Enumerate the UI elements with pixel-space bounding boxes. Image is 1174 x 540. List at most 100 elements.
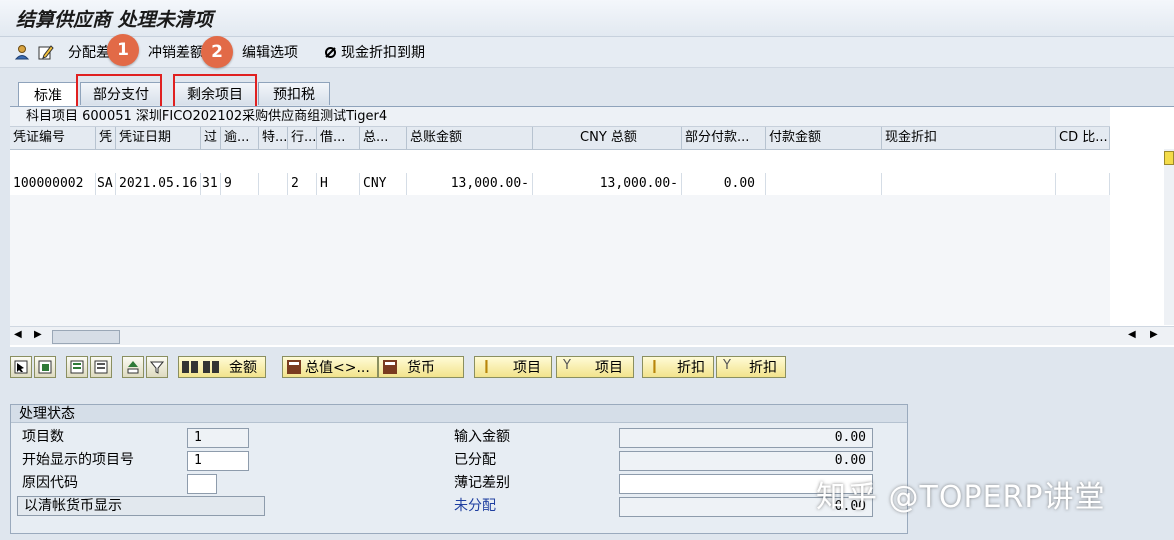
cell-doc-number: 100000002	[10, 173, 96, 195]
assigned-label: 已分配	[454, 452, 496, 468]
col-currency[interactable]: 总...	[360, 127, 407, 149]
filter-pencil-icon: Y	[723, 358, 731, 373]
discount-button-2[interactable]: Y 折扣	[716, 356, 786, 378]
col-cd-rate[interactable]: CD 比...	[1056, 127, 1110, 149]
application-toolbar: 分配差 冲销差额 编辑选项 现金折扣到期	[0, 37, 1174, 68]
cell-gl-amount: 13,000.00-	[407, 173, 533, 195]
input-amount-field: 0.00	[619, 428, 873, 448]
annotation-marker-1: 1	[107, 34, 139, 66]
title-bar: 结算供应商 处理未清项	[0, 0, 1174, 37]
currency-button[interactable]: 货币	[378, 356, 464, 378]
discount-label-1: 折扣	[677, 360, 705, 376]
item-count-field: 1	[187, 428, 249, 448]
total-button[interactable]: 总值<>...	[282, 356, 378, 378]
col-cny-total[interactable]: CNY 总额	[533, 127, 682, 149]
item-button-2[interactable]: Y 项目	[556, 356, 634, 378]
scroll-right-icon[interactable]: ▶	[34, 329, 42, 340]
toolbar-assign-difference[interactable]: 分配差	[68, 43, 110, 61]
item-label-1: 项目	[513, 360, 541, 376]
col-special-gl[interactable]: 特...	[259, 127, 288, 149]
scroll-left-icon-right[interactable]: ◀	[1128, 329, 1136, 340]
item-label-2: 项目	[595, 360, 623, 376]
scroll-right-icon-right[interactable]: ▶	[1150, 329, 1158, 340]
cell-posting-key: 31	[201, 173, 221, 195]
toolbar-cash-discount-label: 现金折扣到期	[341, 45, 425, 61]
cell-payment-amount[interactable]	[766, 173, 882, 195]
sort-icon[interactable]	[122, 356, 144, 378]
grid-caption: 科目项目 600051 深圳FICO202102采购供应商组测试Tiger4	[10, 107, 1110, 127]
table-row-empty	[10, 305, 1110, 328]
edit-icon[interactable]	[38, 43, 58, 61]
no-entry-icon	[325, 46, 336, 58]
cell-cny-total: 13,000.00-	[533, 173, 682, 195]
cell-debit-credit: H	[317, 173, 360, 195]
cell-doc-date: 2021.05.16	[116, 173, 201, 195]
col-gl-amount[interactable]: 总账金额	[407, 127, 533, 149]
col-doc-date[interactable]: 凭证日期	[116, 127, 201, 149]
binoculars-icon	[182, 361, 219, 373]
toolbar-cash-discount-due[interactable]: 现金折扣到期	[324, 43, 425, 61]
cell-partial-payment: 0.00	[682, 173, 766, 195]
user-icon[interactable]	[14, 43, 34, 61]
start-item-label: 开始显示的项目号	[22, 452, 134, 468]
item-count-label: 项目数	[22, 429, 64, 445]
item-button-1[interactable]: ❙ 项目	[474, 356, 552, 378]
col-debit-credit[interactable]: 借...	[317, 127, 360, 149]
watermark: 知乎 @TOPERP讲堂	[816, 480, 1106, 515]
pencil-icon: ❙	[649, 359, 660, 374]
reason-code-input[interactable]	[187, 474, 217, 494]
total-label: 总值<>...	[305, 360, 370, 376]
search-amount-button[interactable]: 金额	[178, 356, 266, 378]
annotation-marker-2: 2	[201, 36, 233, 68]
col-line[interactable]: 行...	[288, 127, 317, 149]
cell-cd-rate[interactable]	[1056, 173, 1110, 195]
deselect-icon[interactable]	[34, 356, 56, 378]
column-config-icon[interactable]	[1164, 151, 1174, 165]
filter-icon[interactable]	[146, 356, 168, 378]
col-payment-amount[interactable]: 付款金额	[766, 127, 882, 149]
toolbar-edit-options[interactable]: 编辑选项	[242, 43, 298, 61]
currency-label: 货币	[407, 360, 435, 376]
discount-label-2: 折扣	[749, 360, 777, 376]
posting-difference-label: 薄记差别	[454, 475, 510, 491]
col-posting-key[interactable]: 过	[201, 127, 221, 149]
col-cash-discount[interactable]: 现金折扣	[882, 127, 1056, 149]
activate-items-icon[interactable]	[66, 356, 88, 378]
cell-line: 2	[288, 173, 317, 195]
table-row[interactable]: 100000002 SA 2021.05.16 31 9 2 H CNY 13,…	[10, 173, 1110, 196]
reason-code-label: 原因代码	[22, 475, 78, 491]
cell-overdue: 9	[221, 173, 259, 195]
cell-cash-discount[interactable]	[882, 173, 1056, 195]
table-row-empty	[10, 195, 1110, 218]
window-title: 结算供应商 处理未清项	[16, 9, 213, 31]
toolbar-write-off-difference[interactable]: 冲销差额	[148, 43, 204, 61]
col-partial-payment[interactable]: 部分付款...	[682, 127, 766, 149]
horizontal-scrollbar[interactable]: ◀ ▶ ◀ ▶	[10, 326, 1174, 345]
scroll-left-icon[interactable]: ◀	[14, 329, 22, 340]
cell-currency: CNY	[360, 173, 407, 195]
calculator-icon	[383, 360, 397, 374]
vertical-scrollbar[interactable]	[1164, 149, 1174, 325]
processing-status-title: 处理状态	[11, 405, 907, 423]
cell-doc-type: SA	[96, 173, 116, 195]
tab-withholding-tax[interactable]: 预扣税	[258, 82, 330, 105]
grid-header: 凭证编号 凭 凭证日期 过 逾... 特... 行... 借... 总... 总…	[10, 127, 1110, 150]
col-doc-number[interactable]: 凭证编号	[10, 127, 96, 149]
table-row-empty	[10, 239, 1110, 262]
tab-standard[interactable]: 标准	[18, 82, 78, 106]
scroll-thumb[interactable]	[52, 330, 120, 344]
start-item-input[interactable]: 1	[187, 451, 249, 471]
clearing-currency-toggle[interactable]: 以清帐货币显示	[17, 496, 265, 516]
col-overdue[interactable]: 逾...	[221, 127, 259, 149]
calculator-icon	[287, 360, 301, 374]
assigned-field: 0.00	[619, 451, 873, 471]
col-doc-type[interactable]: 凭	[96, 127, 116, 149]
open-items-grid: 科目项目 600051 深圳FICO202102采购供应商组测试Tiger4 凭…	[10, 106, 1174, 347]
select-icon[interactable]	[10, 356, 32, 378]
deactivate-items-icon[interactable]	[90, 356, 112, 378]
discount-button-1[interactable]: ❙ 折扣	[642, 356, 714, 378]
unassigned-label: 未分配	[454, 498, 496, 514]
filter-pencil-icon: Y	[563, 358, 571, 373]
pencil-icon: ❙	[481, 359, 492, 374]
processing-status-box: 处理状态 项目数 1 开始显示的项目号 1 原因代码 以清帐货币显示 输入金额 …	[10, 404, 908, 534]
